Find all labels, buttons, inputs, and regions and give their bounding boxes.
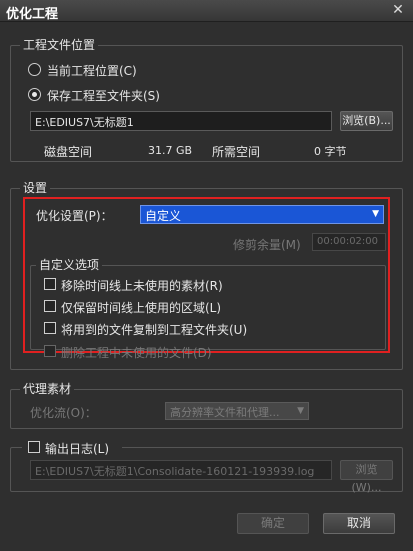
browse-button[interactable]: 浏览(B)... [340, 111, 393, 131]
project-location-legend: 工程文件位置 [20, 36, 99, 53]
remove-unused-clips-label[interactable]: 移除时间线上未使用的素材(R) [61, 277, 223, 294]
project-path-field[interactable]: E:\EDIUS7\无标题1 [30, 111, 332, 131]
required-space-label: 所需空间 [212, 145, 261, 159]
log-browse-button: 浏览(W)... [340, 460, 393, 494]
output-log-label[interactable]: 输出日志(L) [45, 440, 109, 457]
copy-files-label[interactable]: 将用到的文件复制到工程文件夹(U) [61, 321, 247, 338]
output-log-checkbox[interactable] [28, 441, 40, 453]
cancel-button[interactable]: 取消 [323, 513, 395, 534]
trim-margin-field[interactable]: 00:00:02:00 [312, 233, 386, 251]
proxy-legend: 代理素材 [20, 380, 75, 397]
title-bar [0, 0, 413, 22]
custom-options-legend: 自定义选项 [36, 256, 103, 273]
chevron-down-icon: ▼ [372, 209, 379, 219]
radio-current-location[interactable] [28, 63, 41, 76]
ok-button[interactable]: 确定 [237, 513, 309, 534]
remove-unused-clips-checkbox[interactable] [44, 278, 56, 290]
radio-save-to-folder-label[interactable]: 保存工程至文件夹(S) [47, 87, 160, 104]
keep-used-regions-label[interactable]: 仅保留时间线上使用的区域(L) [61, 299, 221, 316]
radio-current-location-label[interactable]: 当前工程位置(C) [47, 62, 137, 79]
trim-margin-label: 修剪余量(M) [233, 238, 301, 252]
log-path-field: E:\EDIUS7\无标题1\Consolidate-160121-193939… [30, 460, 332, 480]
disk-space-label: 磁盘空间 [44, 145, 93, 159]
optimize-setting-select[interactable]: 自定义 ▼ [140, 205, 384, 224]
keep-used-regions-checkbox[interactable] [44, 300, 56, 312]
optimize-stream-label: 优化流(O)： [30, 406, 97, 420]
copy-files-checkbox[interactable] [44, 322, 56, 334]
close-icon[interactable]: ✕ [389, 2, 407, 19]
optimize-setting-label: 优化设置(P)： [36, 209, 113, 223]
chevron-down-icon: ▼ [297, 406, 304, 416]
required-space-value: 0 字节 [314, 145, 347, 158]
disk-space-value: 31.7 GB [148, 144, 193, 157]
optimize-stream-select: 高分辨率文件和代理... ▼ [165, 402, 309, 420]
delete-unused-files-checkbox [44, 345, 56, 357]
delete-unused-files-label: 删除工程中未使用的文件(D) [61, 346, 212, 360]
radio-save-to-folder[interactable] [28, 88, 41, 101]
optimize-setting-value: 自定义 [145, 209, 182, 223]
optimize-stream-value: 高分辨率文件和代理... [170, 406, 280, 419]
window-title: 优化工程 [6, 7, 59, 22]
settings-legend: 设置 [20, 179, 51, 196]
